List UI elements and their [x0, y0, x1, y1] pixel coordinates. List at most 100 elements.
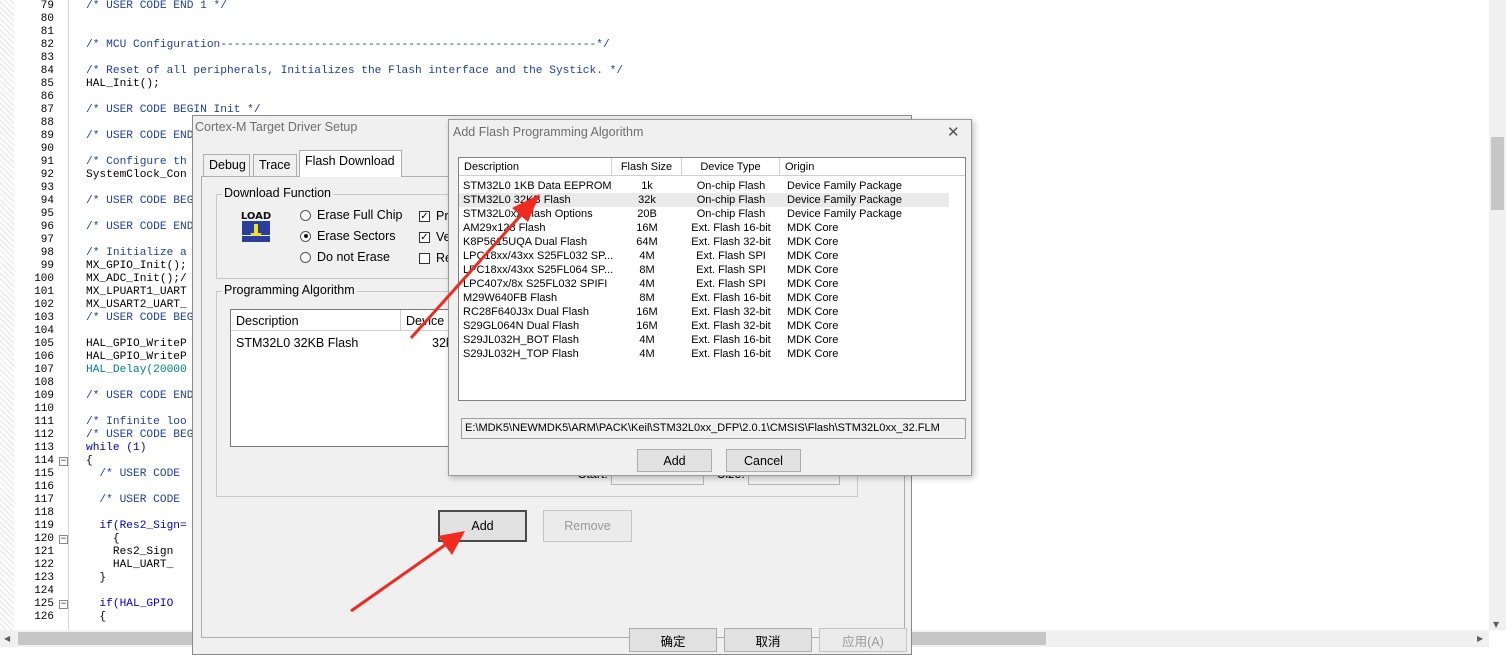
table-row[interactable]: STM32L0xx Flash Options 20B On-chip Flash D…	[459, 207, 949, 221]
column-header-description[interactable]: Description	[459, 158, 612, 176]
column-header-origin[interactable]: Origin	[780, 158, 965, 176]
line-number: 119	[34, 520, 54, 532]
cell-type: On-chip Flash	[696, 180, 766, 192]
line-number: 93	[40, 182, 54, 194]
line-number: 124	[34, 585, 54, 597]
column-header-device-type[interactable]: Device Type	[682, 158, 780, 176]
code-line[interactable]: HAL_GPIO_WriteP	[86, 351, 187, 364]
do-not-erase-radio[interactable]: Do not Erase	[300, 250, 390, 264]
bookmark-margin[interactable]	[0, 0, 14, 630]
algorithm-path-field[interactable]: E:\MDK5\NEWMDK5\ARM\PACK\Keil\STM32L0xx_…	[461, 418, 966, 439]
column-header-description[interactable]: Description	[231, 310, 401, 331]
code-line[interactable]: HAL_Init();	[86, 78, 160, 91]
code-line[interactable]: /* USER CODE END	[86, 390, 193, 403]
code-line[interactable]: /* USER CODE END	[86, 130, 193, 143]
flash-algorithm-list[interactable]: Description Flash Size Device Type Origi…	[458, 157, 966, 401]
code-line[interactable]: /* USER CODE END 1 */	[86, 0, 227, 13]
code-line[interactable]: MX_GPIO_Init();	[86, 260, 187, 273]
fold-toggle-icon[interactable]: −	[59, 535, 68, 544]
cell-origin: MDK Core	[787, 250, 839, 262]
erase-full-chip-radio[interactable]: Erase Full Chip	[300, 208, 402, 222]
code-line[interactable]: /* Configure th	[86, 156, 187, 169]
cell-type: Ext. Flash 16-bit	[691, 334, 771, 346]
add-button[interactable]: Add	[637, 449, 712, 472]
tab-trace[interactable]: Trace	[253, 154, 297, 176]
code-line[interactable]: MX_LPUART1_UART	[86, 286, 187, 299]
code-line[interactable]: /* Initialize a	[86, 247, 187, 260]
apply-button[interactable]: 应用(A)	[819, 628, 907, 652]
ok-button[interactable]: 确定	[629, 628, 717, 652]
table-row[interactable]: LPC407x/8x S25FL032 SPIFI 4M Ext. Flash SP…	[459, 277, 949, 291]
code-line[interactable]: /* USER CODE BEG	[86, 429, 193, 442]
table-row[interactable]: LPC18xx/43xx S25FL064 SP... 8M Ext. Flash …	[459, 263, 949, 277]
program-checkbox[interactable]: ✓ Pr	[419, 209, 449, 223]
radio-icon[interactable]	[300, 251, 311, 263]
verify-checkbox[interactable]: ✓ Ve	[419, 230, 451, 244]
code-line[interactable]: /* USER CODE END	[86, 221, 193, 234]
table-row[interactable]: S29JL032H_BOT Flash 4M Ext. Flash 16-bit MD…	[459, 333, 949, 347]
code-line[interactable]: /* USER CODE	[86, 468, 180, 481]
radio-selected-icon[interactable]	[300, 230, 311, 242]
code-line[interactable]: SystemClock_Con	[86, 169, 187, 182]
code-line[interactable]: HAL_UART_	[86, 559, 173, 572]
line-number: 106	[34, 351, 54, 363]
code-line[interactable]: Res2_Sign	[86, 546, 173, 559]
cell-size: 64M	[636, 236, 658, 248]
column-header-flash-size[interactable]: Flash Size	[612, 158, 682, 176]
code-line[interactable]: if(HAL_GPIO	[86, 598, 173, 611]
remove-algorithm-button[interactable]: Remove	[543, 510, 632, 542]
erase-sectors-radio[interactable]: Erase Sectors	[300, 229, 396, 243]
fold-toggle-icon[interactable]: −	[59, 600, 68, 609]
table-row[interactable]: M29W640FB Flash 8M Ext. Flash 16-bit MDK Co…	[459, 291, 949, 305]
table-row[interactable]: STM32L0 32KB Flash 32k On-chip Flash Device…	[459, 193, 949, 207]
checkbox-icon[interactable]	[419, 252, 430, 264]
code-line[interactable]: /* Reset of all peripherals, Initializes…	[86, 65, 623, 78]
code-line[interactable]: MX_ADC_Init();/	[86, 273, 187, 286]
close-icon[interactable]: ✕	[947, 123, 960, 141]
code-line[interactable]: /* USER CODE BEG	[86, 195, 193, 208]
line-number: 126	[34, 611, 54, 623]
line-number: 109	[34, 390, 54, 402]
code-line[interactable]: HAL_Delay(20000	[86, 364, 187, 377]
cell-size: 4M	[639, 250, 655, 262]
table-row[interactable]: AM29x128 Flash 16M Ext. Flash 16-bit MDK Co…	[459, 221, 949, 235]
scroll-left-arrow-icon[interactable]: ◀	[4, 634, 10, 643]
code-line[interactable]: if(Res2_Sign=	[86, 520, 186, 533]
list-item-description[interactable]: STM32L0 32KB Flash	[236, 336, 358, 350]
vertical-scrollbar-thumb[interactable]	[1491, 137, 1504, 210]
fold-toggle-icon[interactable]: −	[59, 457, 68, 466]
table-row[interactable]: K8P5615UQA Dual Flash 64M Ext. Flash 32-bi…	[459, 235, 949, 249]
line-number: 117	[34, 494, 54, 506]
tab-flash-download[interactable]: Flash Download	[299, 150, 402, 177]
code-line[interactable]: /* Infinite loo	[86, 416, 187, 429]
line-number: 96	[40, 221, 54, 233]
table-row[interactable]: S29GL064N Dual Flash 16M Ext. Flash 32-bit…	[459, 319, 949, 333]
scroll-right-arrow-icon[interactable]: ▶	[1477, 634, 1483, 643]
table-row[interactable]: STM32L0 1KB Data EEPROM 1k On-chip Flash De…	[459, 179, 949, 193]
cancel-button[interactable]: 取消	[724, 628, 812, 652]
code-line[interactable]: {	[86, 533, 120, 546]
code-line[interactable]: }	[86, 572, 106, 585]
cancel-button[interactable]: Cancel	[726, 449, 801, 472]
table-row[interactable]: LPC18xx/43xx S25FL032 SP... 4M Ext. Flash …	[459, 249, 949, 263]
radio-icon[interactable]	[300, 209, 311, 221]
table-row[interactable]: RC28F640J3x Dual Flash 16M Ext. Flash 32-b…	[459, 305, 949, 319]
table-row[interactable]: S29JL032H_TOP Flash 4M Ext. Flash 16-bit MD…	[459, 347, 949, 361]
scroll-down-arrow-icon[interactable]: ▼	[1493, 620, 1499, 629]
checkmark-icon[interactable]: ✓	[419, 210, 430, 222]
line-number: 94	[40, 195, 54, 207]
code-line[interactable]: /* MCU Configuration--------------------…	[86, 39, 610, 52]
dialog-title: Add Flash Programming Algorithm	[453, 125, 644, 139]
add-algorithm-button[interactable]: Add	[438, 510, 527, 542]
vertical-scrollbar[interactable]	[1489, 0, 1506, 630]
code-line[interactable]: while (1)	[86, 442, 146, 455]
checkmark-icon[interactable]: ✓	[419, 231, 430, 243]
code-line[interactable]: {	[86, 611, 106, 624]
code-line[interactable]: HAL_GPIO_WriteP	[86, 338, 187, 351]
code-line[interactable]: /* USER CODE	[86, 494, 180, 507]
code-line[interactable]: {	[86, 455, 93, 468]
code-line[interactable]: MX_USART2_UART_	[86, 299, 187, 312]
code-line[interactable]: /* USER CODE BEG	[86, 312, 193, 325]
tab-debug[interactable]: Debug	[203, 154, 250, 176]
line-number: 81	[40, 26, 54, 38]
